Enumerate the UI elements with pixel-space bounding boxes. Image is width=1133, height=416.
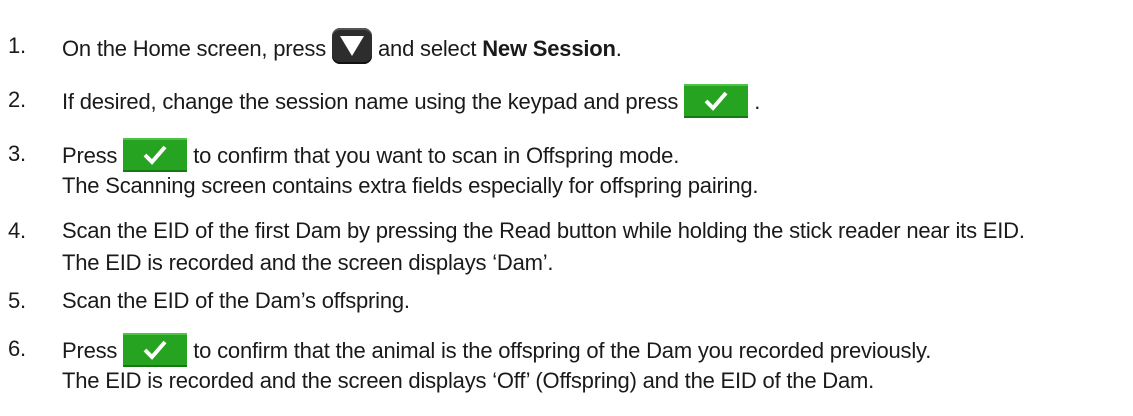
step-text: and select — [378, 35, 477, 61]
instruction-steps: 1. On the Home screen, press and select N… — [0, 0, 1133, 416]
down-triangle-icon — [332, 28, 373, 64]
checkmark-icon — [123, 333, 188, 367]
step-text: If desired, change the session name usin… — [62, 88, 679, 114]
step-number: 3. — [8, 141, 26, 166]
step-bold-text: New Session — [482, 35, 616, 61]
step-number: 4. — [8, 218, 26, 243]
step-text: Press — [62, 142, 118, 168]
step-text: Scan the EID of the Dam’s offspring. — [62, 288, 410, 313]
step-6-note: The EID is recorded and the screen displ… — [62, 368, 875, 393]
checkmark-icon — [684, 84, 749, 118]
step-text: to confirm that the animal is the offspr… — [193, 337, 932, 363]
step-number: 1. — [8, 33, 26, 58]
step-text: Press — [62, 337, 118, 363]
step-3-note: The Scanning screen contains extra field… — [62, 173, 759, 198]
checkmark-icon — [123, 138, 188, 172]
step-4-note: The EID is recorded and the screen displ… — [62, 250, 554, 275]
step-text: to confirm that you want to scan in Offs… — [193, 142, 680, 168]
step-text: On the Home screen, press — [62, 35, 327, 61]
step-number: 5. — [8, 288, 26, 313]
step-number: 2. — [8, 87, 26, 112]
step-number: 6. — [8, 336, 26, 361]
step-text: Scan the EID of the first Dam by pressin… — [62, 218, 1025, 243]
